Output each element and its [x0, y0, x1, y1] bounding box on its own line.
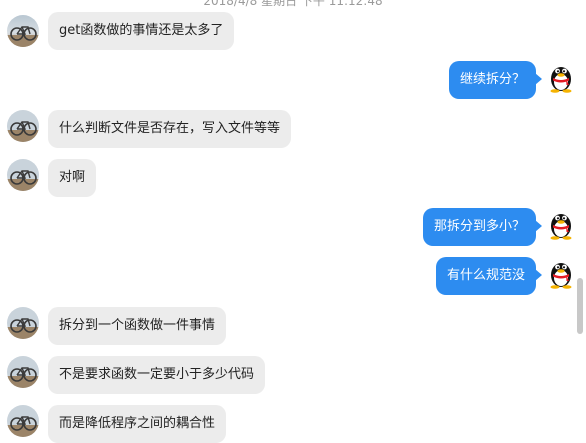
message-bubble[interactable]: 拆分到一个函数做一件事情: [48, 307, 227, 345]
message-bubble[interactable]: get函数做的事情还是太多了: [48, 12, 235, 50]
bicycle-photo-avatar-icon: [7, 159, 39, 191]
qq-penguin-avatar-icon: [550, 67, 572, 93]
contact-avatar[interactable]: [7, 307, 39, 339]
self-avatar[interactable]: [546, 208, 578, 240]
message-bubble[interactable]: 什么判断文件是否存在，写入文件等等: [48, 110, 292, 148]
self-avatar[interactable]: [546, 257, 578, 289]
message-timestamp: 2018/4/8 星期日 下午 11:12:48: [203, 0, 383, 8]
chat-window: 2018/4/8 星期日 下午 11:12:48 get函数做的事情还是太多了: [0, 0, 586, 443]
message-bubble[interactable]: 那拆分到多小？: [422, 208, 543, 246]
contact-avatar[interactable]: [7, 356, 39, 388]
bicycle-photo-avatar-icon: [7, 405, 39, 437]
bicycle-photo-avatar-icon: [7, 15, 39, 47]
scrollbar-thumb[interactable]: [577, 278, 583, 334]
message-bubble[interactable]: 不是要求函数一定要小于多少代码: [48, 356, 266, 394]
contact-avatar[interactable]: [7, 110, 39, 142]
message-bubble[interactable]: 而是降低程序之间的耦合性: [48, 405, 227, 443]
message-bubble[interactable]: 对啊: [48, 159, 97, 197]
contact-avatar[interactable]: [7, 159, 39, 191]
message-bubble[interactable]: 继续拆分？: [448, 61, 543, 99]
bicycle-photo-avatar-icon: [7, 307, 39, 339]
contact-avatar[interactable]: [7, 405, 39, 437]
bicycle-photo-avatar-icon: [7, 110, 39, 142]
bicycle-photo-avatar-icon: [7, 356, 39, 388]
qq-penguin-avatar-icon: [550, 214, 572, 240]
self-avatar[interactable]: [546, 61, 578, 93]
qq-penguin-avatar-icon: [550, 263, 572, 289]
message-bubble[interactable]: 有什么规范没: [435, 257, 543, 295]
contact-avatar[interactable]: [7, 15, 39, 47]
